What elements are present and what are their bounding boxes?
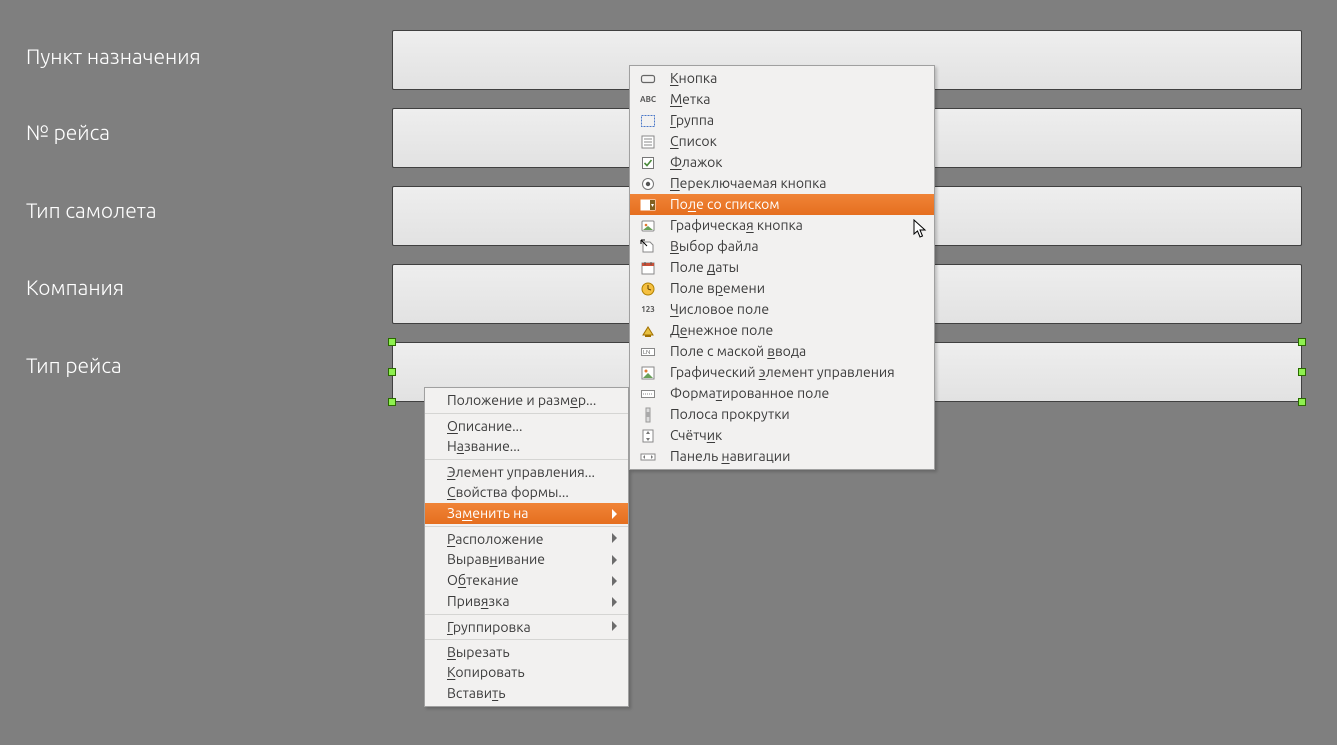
replace-with-item[interactable]: Счётчик — [630, 425, 934, 446]
label-flight-number: № рейса — [26, 120, 110, 144]
replace-with-item[interactable]: Панель навигации — [630, 446, 934, 467]
file-icon — [640, 239, 656, 255]
context-menu-item[interactable]: Заменить на — [425, 503, 628, 524]
context-menu-item[interactable]: Название... — [425, 436, 628, 457]
imgctrl-icon — [640, 365, 656, 381]
context-menu-item[interactable]: Элемент управления... — [425, 459, 628, 482]
selection-handle[interactable] — [388, 338, 396, 346]
replace-with-item[interactable]: Графическая кнопка — [630, 215, 934, 236]
imgbtn-icon — [640, 218, 656, 234]
money-icon — [640, 323, 656, 339]
context-menu-item[interactable]: Свойства формы... — [425, 482, 628, 503]
button-icon — [640, 71, 656, 87]
date-icon — [640, 260, 656, 276]
mask-icon: LN — [640, 344, 656, 360]
num-icon: 123 — [640, 302, 656, 318]
selection-handle[interactable] — [388, 398, 396, 406]
replace-with-item[interactable]: Поле времени — [630, 278, 934, 299]
context-menu: Положение и размер...Описание...Название… — [424, 387, 629, 707]
context-menu-item[interactable]: Положение и размер... — [425, 390, 628, 411]
time-icon — [640, 281, 656, 297]
replace-with-item[interactable]: LNПоле с маской ввода — [630, 341, 934, 362]
replace-with-item[interactable]: ABCМетка — [630, 89, 934, 110]
selection-handle[interactable] — [388, 368, 396, 376]
context-menu-item[interactable]: Расположение — [425, 526, 628, 549]
checkbox-icon — [640, 155, 656, 171]
abc-icon: ABC — [640, 92, 656, 108]
replace-with-item[interactable]: Поле даты — [630, 257, 934, 278]
replace-with-item[interactable]: Переключаемая кнопка — [630, 173, 934, 194]
context-menu-item[interactable]: Вырезать — [425, 639, 628, 662]
context-menu-item[interactable]: Копировать — [425, 662, 628, 683]
replace-with-item[interactable]: Кнопка — [630, 68, 934, 89]
label-flight-type: Тип рейса — [26, 353, 122, 377]
combo-icon — [640, 197, 656, 213]
scroll-icon — [640, 407, 656, 423]
replace-with-item[interactable]: Форматированное поле — [630, 383, 934, 404]
fmt-icon — [640, 386, 656, 402]
replace-with-item[interactable]: Денежное поле — [630, 320, 934, 341]
context-menu-item[interactable]: Привязка — [425, 591, 628, 612]
selection-handle[interactable] — [1298, 338, 1306, 346]
spin-icon — [640, 428, 656, 444]
label-company: Компания — [26, 275, 124, 299]
replace-with-item[interactable]: Поле со списком — [630, 194, 934, 215]
selection-handle[interactable] — [1298, 368, 1306, 376]
label-aircraft-type: Тип самолета — [26, 198, 157, 222]
replace-with-submenu: КнопкаABCМеткаГруппаСписокФлажокПереключ… — [629, 65, 935, 470]
replace-with-item[interactable]: Список — [630, 131, 934, 152]
replace-with-item[interactable]: Выбор файла — [630, 236, 934, 257]
context-menu-item[interactable]: Вставить — [425, 683, 628, 704]
replace-with-item[interactable]: Группа — [630, 110, 934, 131]
context-menu-item[interactable]: Описание... — [425, 413, 628, 436]
context-menu-item[interactable]: Выравнивание — [425, 549, 628, 570]
context-menu-item[interactable]: Обтекание — [425, 570, 628, 591]
replace-with-item[interactable]: 123Числовое поле — [630, 299, 934, 320]
group-icon — [640, 113, 656, 129]
replace-with-item[interactable]: Графический элемент управления — [630, 362, 934, 383]
svg-text:LN: LN — [643, 349, 650, 356]
selection-handle[interactable] — [1298, 398, 1306, 406]
list-icon — [640, 134, 656, 150]
radio-icon — [640, 176, 656, 192]
label-destination: Пункт назначения — [26, 44, 201, 68]
context-menu-item[interactable]: Группировка — [425, 614, 628, 637]
replace-with-item[interactable]: Полоса прокрутки — [630, 404, 934, 425]
replace-with-item[interactable]: Флажок — [630, 152, 934, 173]
nav-icon — [640, 449, 656, 465]
